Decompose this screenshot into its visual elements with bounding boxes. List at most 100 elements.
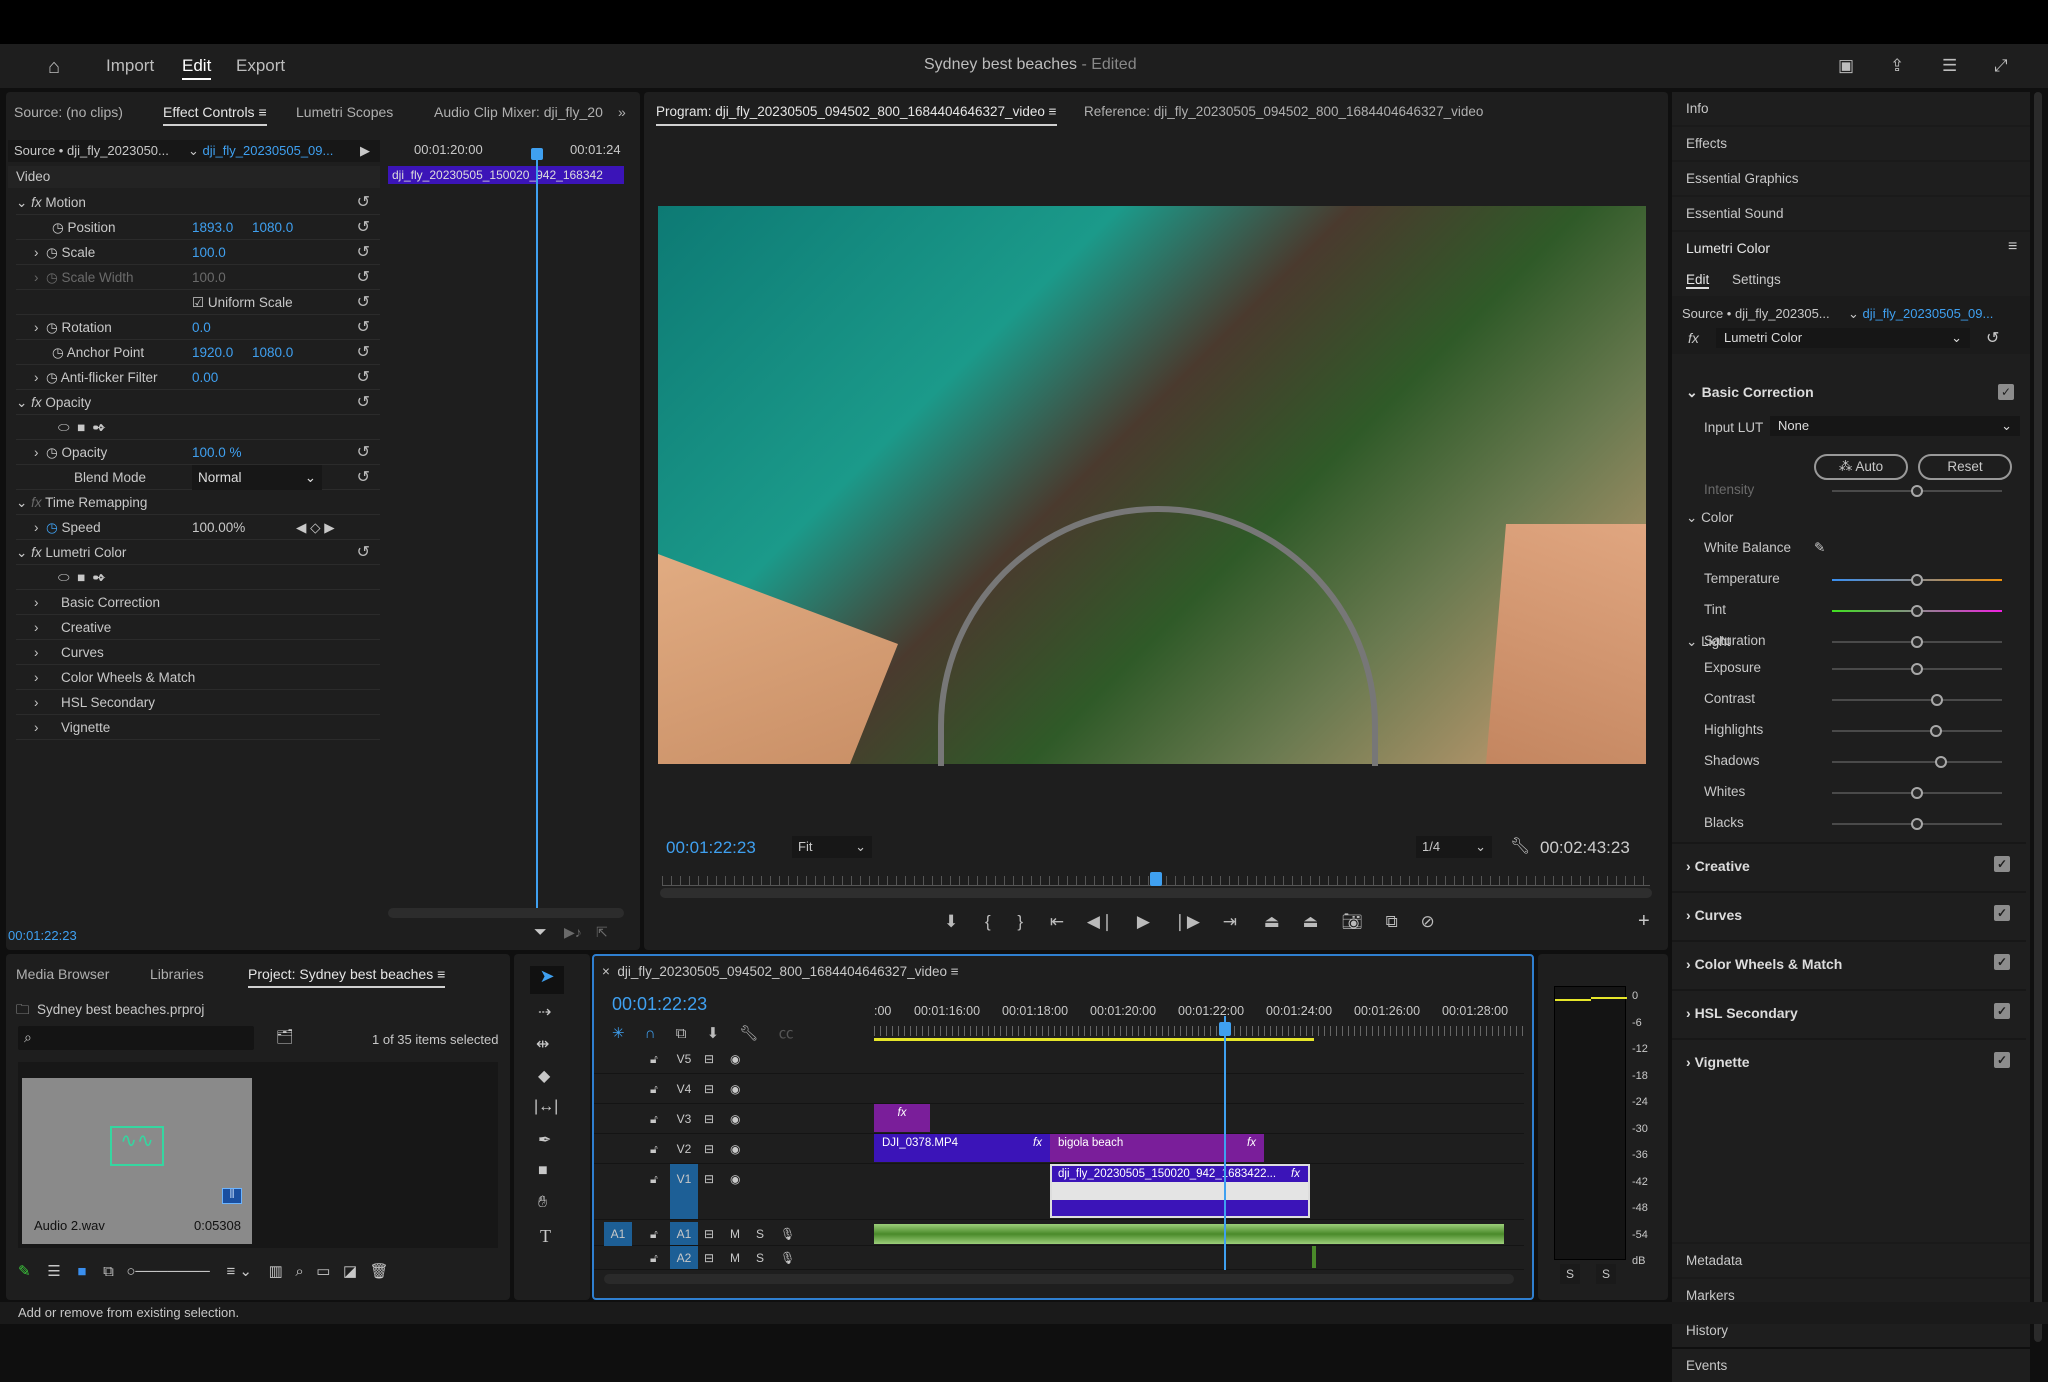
- fullscreen-icon[interactable]: ⤢: [1994, 56, 2008, 76]
- time-remap-row[interactable]: ⌄ fx Time Remapping: [16, 490, 380, 515]
- section-curves[interactable]: › Curves ✓: [1672, 891, 2026, 939]
- tab-project[interactable]: Project: Sydney best beaches ≡: [248, 960, 446, 988]
- tab-effect-controls[interactable]: Effect Controls ≡: [163, 98, 267, 126]
- mic-icon[interactable]: 🎙︎: [780, 1246, 795, 1270]
- list-view-icon[interactable]: ☰: [47, 1263, 60, 1280]
- lumetri-child-row[interactable]: › Creative: [16, 615, 380, 640]
- export-frame-icon[interactable]: 📷︎: [1341, 912, 1363, 931]
- captions-icon[interactable]: ㏄: [779, 1025, 794, 1042]
- lumetri-child-row[interactable]: › Color Wheels & Match: [16, 665, 380, 690]
- keyframe-nav[interactable]: ◀ ◇ ▶: [296, 515, 335, 540]
- ec-playhead[interactable]: [536, 150, 538, 910]
- zoom-slider[interactable]: ○───────: [126, 1263, 209, 1280]
- blacks-slider[interactable]: 0.0: [1832, 818, 2002, 830]
- pen-tool-icon[interactable]: ✒: [538, 1130, 551, 1150]
- exposure-slider[interactable]: 0.0: [1832, 663, 2002, 675]
- intensity-slider-knob[interactable]: [1911, 485, 1923, 497]
- rect-mask-icon[interactable]: ■: [77, 570, 85, 585]
- proxy-toggle-icon[interactable]: ⊘: [1421, 912, 1435, 931]
- clip-v3[interactable]: fx: [874, 1104, 930, 1132]
- section-checkbox[interactable]: ✓: [1994, 954, 2010, 970]
- auto-button[interactable]: ⁂ Auto: [1814, 454, 1908, 480]
- track-target[interactable]: A2: [670, 1246, 698, 1269]
- section-vignette[interactable]: › Vignette ✓: [1672, 1038, 2026, 1086]
- shadows-slider[interactable]: 27.4: [1832, 756, 2002, 768]
- comparison-view-icon[interactable]: ⧉: [1386, 912, 1398, 931]
- reset-button[interactable]: Reset: [1918, 454, 2012, 480]
- input-lut-select[interactable]: None ⌄: [1770, 416, 2020, 436]
- project-item[interactable]: ∿∿ ⫼ Audio 2.wav 0:05308: [22, 1078, 252, 1244]
- blend-mode-select[interactable]: Normal ⌄: [192, 465, 322, 490]
- track-target[interactable]: V2: [670, 1134, 698, 1163]
- rect-mask-icon[interactable]: ■: [77, 420, 85, 435]
- lumetri-child-row[interactable]: › Curves: [16, 640, 380, 665]
- lumetri-child-row[interactable]: › Basic Correction: [16, 590, 380, 615]
- clip-dji-0378[interactable]: DJI_0378.MP4 fx: [874, 1134, 1050, 1162]
- new-item-icon[interactable]: ◪: [343, 1263, 357, 1280]
- section-hsl-secondary[interactable]: › HSL Secondary ✓: [1672, 989, 2026, 1037]
- temperature-slider[interactable]: 0.0: [1832, 574, 2002, 586]
- contrast-slider[interactable]: 24.7: [1832, 694, 2002, 706]
- panel-essential-graphics[interactable]: Essential Graphics: [1672, 162, 2030, 195]
- play-icon[interactable]: ▶: [1137, 912, 1150, 931]
- motion-row[interactable]: ⌄ fx Motion ↺: [16, 190, 380, 215]
- track-select-tool-icon[interactable]: ⇢: [538, 1002, 551, 1022]
- sync-lock-icon[interactable]: ⊟: [704, 1044, 714, 1074]
- timeline-timecode[interactable]: 00:01:22:23: [612, 994, 707, 1015]
- step-forward-icon[interactable]: ❘▶: [1173, 912, 1200, 931]
- timeline-playhead-handle[interactable]: [1219, 1022, 1231, 1036]
- workspaces-icon[interactable]: ☰: [1942, 56, 1957, 76]
- tab-audio-clip-mixer[interactable]: Audio Clip Mixer: dji_fly_20: [434, 98, 603, 126]
- eye-icon[interactable]: ◉: [730, 1134, 740, 1164]
- program-playhead[interactable]: [1150, 872, 1162, 886]
- whites-slider[interactable]: 0.0: [1832, 787, 2002, 799]
- mark-in-icon[interactable]: {: [985, 912, 991, 931]
- find-icon[interactable]: ⌕: [295, 1263, 303, 1280]
- section-creative[interactable]: › Creative ✓: [1672, 842, 2026, 890]
- track-target[interactable]: A1: [670, 1222, 698, 1245]
- linked-selection-icon[interactable]: ⧉: [676, 1025, 687, 1042]
- ec-zoom-scrollbar[interactable]: [388, 908, 624, 918]
- add-marker-icon[interactable]: ⬇: [944, 912, 958, 931]
- timeline-playhead[interactable]: [1224, 1016, 1226, 1270]
- close-icon[interactable]: ×: [602, 964, 610, 979]
- play-triangle-icon[interactable]: ▶: [360, 140, 370, 162]
- audio-clip-a1[interactable]: [874, 1224, 1504, 1244]
- ellipse-mask-icon[interactable]: ⬭: [58, 570, 70, 585]
- lumetri-child-row[interactable]: › HSL Secondary: [16, 690, 380, 715]
- home-icon[interactable]: ⌂: [48, 56, 60, 79]
- nav-edit[interactable]: Edit: [182, 56, 212, 80]
- sync-lock-icon[interactable]: ⊟: [704, 1164, 714, 1194]
- section-checkbox[interactable]: ✓: [1994, 856, 2010, 872]
- export-frame-icon[interactable]: ⇱: [596, 924, 608, 941]
- sync-lock-icon[interactable]: ⊟: [704, 1074, 714, 1104]
- tab-source[interactable]: Source: (no clips): [14, 98, 123, 126]
- filter-icon[interactable]: ⏷: [534, 924, 547, 942]
- pencil-icon[interactable]: ✎: [18, 1263, 31, 1280]
- blacks-slider-knob[interactable]: [1911, 818, 1923, 830]
- sync-lock-icon[interactable]: ⊟: [704, 1104, 714, 1134]
- go-to-in-icon[interactable]: ⇤: [1050, 912, 1064, 931]
- timeline-scrollbar[interactable]: [604, 1274, 1514, 1284]
- lock-icon[interactable]: 🔓︎: [650, 1134, 658, 1164]
- panel-info[interactable]: Info: [1672, 92, 2030, 125]
- mute-button[interactable]: M: [730, 1246, 740, 1270]
- reset-icon[interactable]: ↺: [357, 190, 370, 215]
- icon-view-icon[interactable]: ■: [77, 1263, 86, 1280]
- whites-slider-knob[interactable]: [1911, 787, 1923, 799]
- tab-program[interactable]: Program: dji_fly_20230505_094502_800_168…: [656, 98, 1057, 126]
- highlights-slider-knob[interactable]: [1929, 725, 1942, 737]
- find-icon[interactable]: 🗂︎: [276, 1028, 294, 1045]
- contrast-slider-knob[interactable]: [1931, 694, 1944, 706]
- hand-tool-icon[interactable]: ✋︎: [538, 1194, 547, 1212]
- pen-mask-icon[interactable]: ✒: [93, 570, 106, 585]
- ec-playhead-handle[interactable]: [531, 148, 543, 160]
- ripple-edit-tool-icon[interactable]: ⇹: [536, 1034, 549, 1054]
- lift-icon[interactable]: ⏏: [1264, 912, 1280, 931]
- track-target[interactable]: V3: [670, 1104, 698, 1133]
- right-scrollbar[interactable]: [2034, 92, 2042, 1342]
- tab-lumetri-scopes[interactable]: Lumetri Scopes: [296, 98, 393, 126]
- section-checkbox[interactable]: ✓: [1994, 1003, 2010, 1019]
- opacity-group-row[interactable]: ⌄ fx Opacity ↺: [16, 390, 380, 415]
- lumetri-menu-icon[interactable]: ≡: [2008, 238, 2017, 256]
